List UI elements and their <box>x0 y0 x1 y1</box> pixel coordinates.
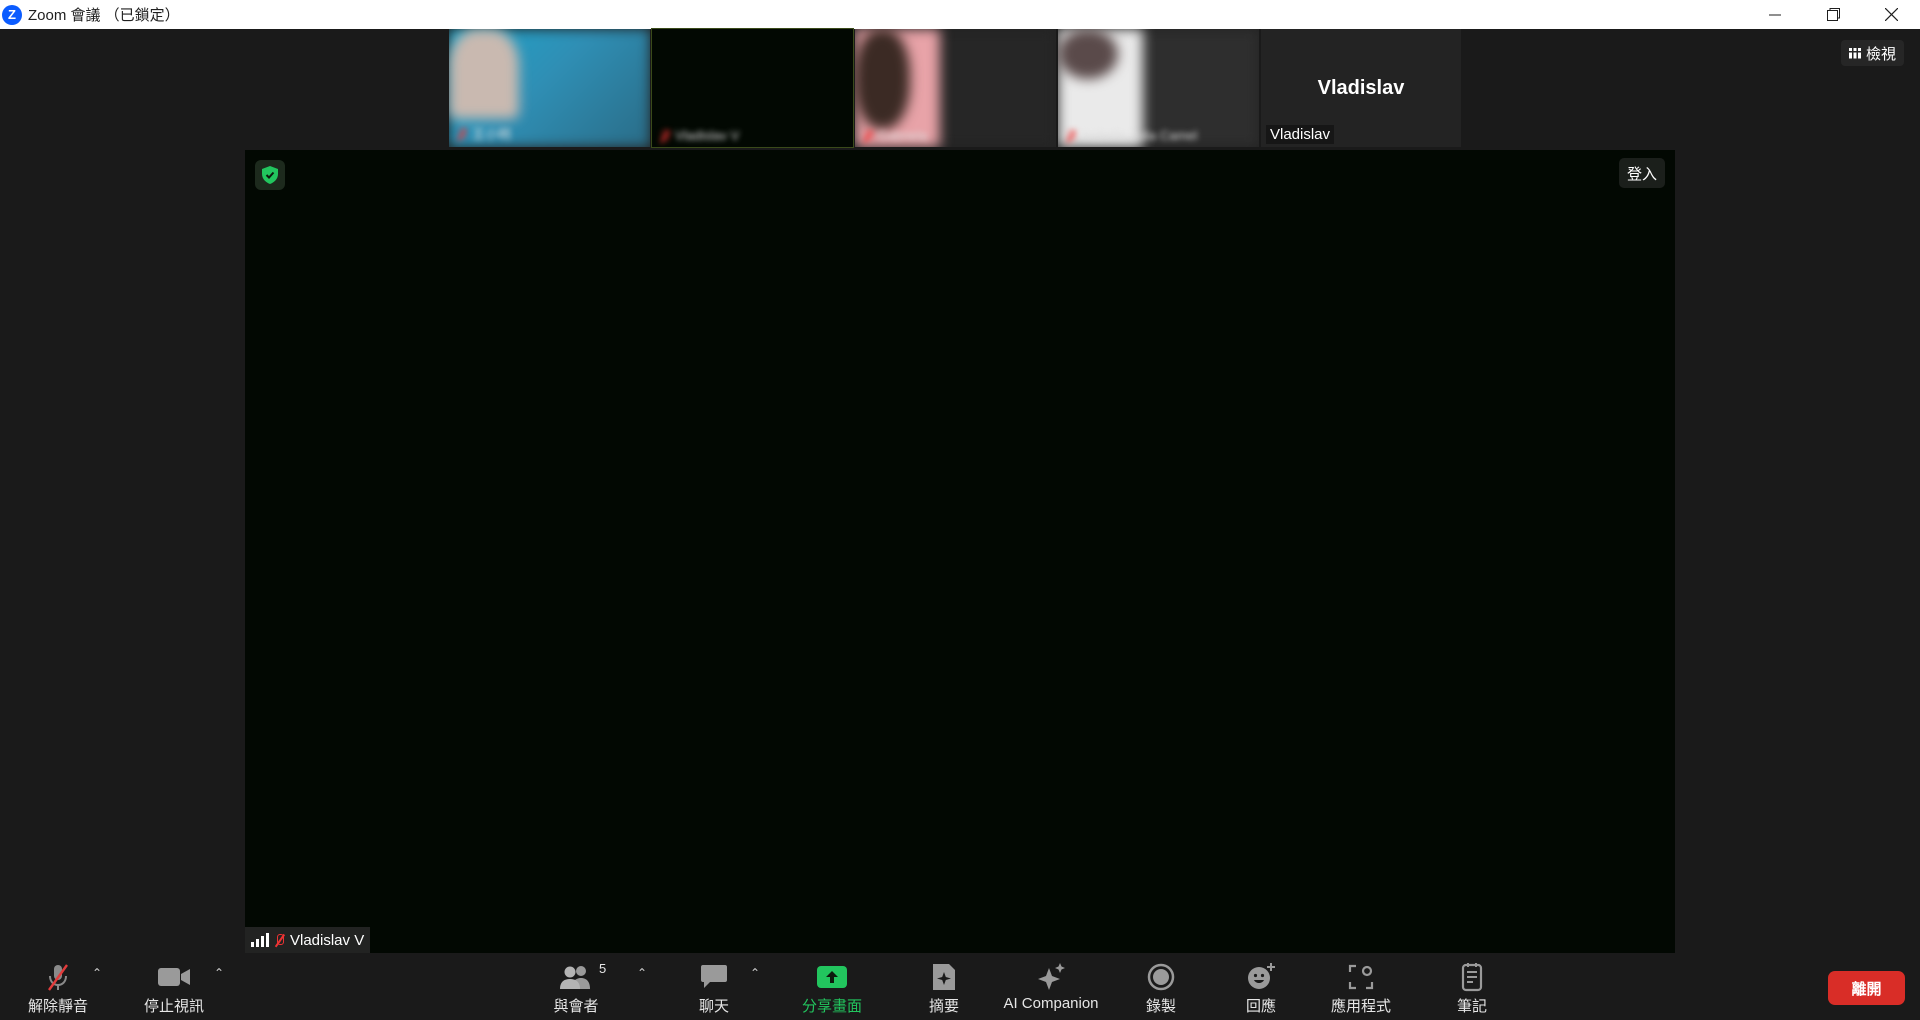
meeting-toolbar: 解除靜音 ⌃ 停止視訊 ⌃ 5 與會者 ⌃ 聊天 ⌃ 分享畫面 摘要 AI Co… <box>0 954 1920 1020</box>
participant-name-label: Isabella Julia Camel <box>1066 128 1197 143</box>
share-screen-button[interactable]: 分享畫面 <box>799 954 865 1020</box>
participant-name-label: Gabriela <box>863 128 927 143</box>
summary-button[interactable]: 摘要 <box>927 954 961 1020</box>
participant-name-label: Vladislav <box>1266 125 1335 144</box>
chat-button[interactable]: 聊天 <box>697 954 731 1020</box>
notes-icon <box>1461 963 1483 992</box>
participant-thumbnail-active[interactable]: Vladislav Vladislav <box>1261 29 1461 147</box>
participants-count: 5 <box>599 961 607 976</box>
close-button[interactable] <box>1862 0 1920 29</box>
share-screen-label: 分享畫面 <box>801 998 862 1015</box>
chat-options-caret[interactable]: ⌃ <box>748 966 762 980</box>
apps-button[interactable]: 應用程式 <box>1328 954 1394 1020</box>
apps-label: 應用程式 <box>1330 998 1391 1015</box>
summary-document-icon <box>933 964 955 990</box>
muted-microphone-icon <box>48 964 68 991</box>
stop-video-label: 停止視訊 <box>143 998 204 1015</box>
restore-button[interactable] <box>1804 0 1862 29</box>
muted-mic-icon <box>457 127 466 140</box>
ai-companion-label: AI Companion <box>1003 995 1099 1012</box>
participant-display-name: Vladislav <box>1317 77 1405 99</box>
participants-label: 與會者 <box>553 998 599 1015</box>
view-button-label: 檢視 <box>1865 45 1896 63</box>
participant-name-label: 王小明 <box>457 124 511 143</box>
audio-options-caret[interactable]: ⌃ <box>90 966 104 980</box>
share-screen-icon <box>817 966 847 988</box>
ai-companion-button[interactable]: AI Companion <box>1003 954 1099 1020</box>
stop-video-button[interactable]: 停止視訊 <box>141 954 207 1020</box>
leave-meeting-button[interactable]: 離開 <box>1828 971 1905 1005</box>
view-button[interactable]: 檢視 <box>1840 40 1904 66</box>
unmute-button[interactable]: 解除靜音 <box>26 954 90 1020</box>
restore-icon <box>1826 8 1840 21</box>
notes-label: 筆記 <box>1456 998 1487 1015</box>
thumbnail-strip: 王小明 Vladislav V Gabriela Isabella Julia … <box>449 28 1461 148</box>
title-bar: Z Zoom 會議 （已鎖定） <box>0 0 1920 29</box>
video-options-caret[interactable]: ⌃ <box>212 966 226 980</box>
sign-in-button[interactable]: 登入 <box>1618 158 1665 188</box>
participant-thumbnail[interactable]: Isabella Julia Camel <box>1058 29 1259 147</box>
main-video-area: 登入 Vladislav V <box>245 150 1675 953</box>
chat-bubble-icon <box>701 965 727 988</box>
muted-mic-icon <box>863 129 872 142</box>
participants-icon <box>560 966 590 989</box>
reactions-button[interactable]: 回應 <box>1244 954 1278 1020</box>
minimize-button[interactable] <box>1746 0 1804 29</box>
record-button[interactable]: 錄製 <box>1144 954 1178 1020</box>
shield-check-icon <box>262 166 278 184</box>
participant-thumbnail[interactable]: Vladislav V <box>651 28 854 148</box>
speaker-name: Vladislav V <box>290 931 365 949</box>
reactions-label: 回應 <box>1245 998 1276 1015</box>
participant-thumbnail[interactable]: Gabriela <box>855 29 1056 147</box>
minimize-icon <box>1769 14 1781 15</box>
muted-mic-icon <box>660 129 669 142</box>
participants-button[interactable]: 5 與會者 <box>548 954 607 1020</box>
signal-strength-icon[interactable] <box>251 933 269 947</box>
close-icon <box>1884 8 1898 21</box>
participant-thumbnail[interactable]: 王小明 <box>449 29 650 147</box>
window-controls <box>1746 0 1920 29</box>
zoom-logo-icon: Z <box>2 4 22 25</box>
window-title: Zoom 會議 （已鎖定） <box>28 7 180 24</box>
record-icon <box>1147 963 1175 991</box>
muted-mic-icon <box>275 934 284 946</box>
speaker-name-tag: Vladislav V <box>245 927 371 953</box>
apps-icon <box>1348 964 1374 990</box>
security-shield-button[interactable] <box>255 160 285 190</box>
record-label: 錄製 <box>1145 998 1176 1015</box>
grid-view-icon <box>1848 47 1861 58</box>
muted-mic-icon <box>1066 129 1075 142</box>
summary-label: 摘要 <box>928 998 959 1015</box>
notes-button[interactable]: 筆記 <box>1455 954 1489 1020</box>
chat-label: 聊天 <box>698 998 729 1015</box>
participants-options-caret[interactable]: ⌃ <box>635 966 649 980</box>
ai-sparkle-icon <box>1038 963 1065 990</box>
participant-name-label: Vladislav V <box>660 128 739 143</box>
video-camera-icon <box>158 968 190 986</box>
unmute-label: 解除靜音 <box>27 998 88 1015</box>
emoji-reaction-icon <box>1248 963 1275 989</box>
